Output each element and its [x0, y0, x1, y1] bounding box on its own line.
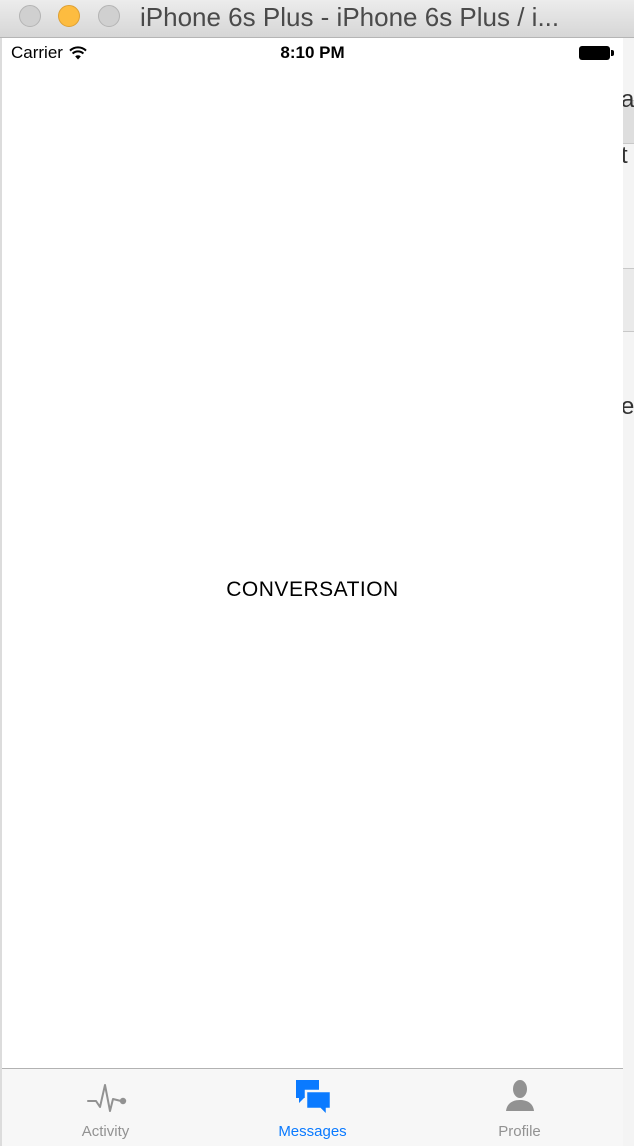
window-titlebar: iPhone 6s Plus - iPhone 6s Plus / i... [0, 0, 634, 38]
battery-icon [579, 46, 614, 60]
tab-profile[interactable]: Profile [416, 1069, 623, 1146]
tab-messages-label: Messages [278, 1123, 347, 1140]
tab-messages[interactable]: Messages [209, 1069, 416, 1146]
status-time: 8:10 PM [280, 43, 345, 62]
tab-bar: Activity Messages Profile [2, 1068, 623, 1146]
tab-profile-label: Profile [498, 1123, 541, 1140]
activity-pulse-icon [86, 1084, 126, 1112]
minimize-window-button[interactable] [58, 5, 80, 27]
conversation-label: CONVERSATION [226, 578, 399, 601]
close-window-button[interactable] [19, 5, 41, 27]
zoom-window-button[interactable] [98, 5, 120, 27]
tab-activity[interactable]: Activity [2, 1069, 209, 1146]
window-title: iPhone 6s Plus - iPhone 6s Plus / i... [140, 2, 560, 32]
person-icon [505, 1080, 534, 1111]
tab-activity-label: Activity [81, 1123, 130, 1140]
background-window-edge: a t e [621, 38, 634, 1146]
simulator-window: iPhone 6s Plus - iPhone 6s Plus / i... a… [0, 0, 634, 1146]
chat-bubbles-icon [295, 1080, 332, 1119]
device-screen: Carrier 8:10 PM CONVERSATION Activity Me… [2, 38, 623, 1146]
status-bar: Carrier 8:10 PM [2, 38, 623, 68]
background-band [623, 268, 634, 332]
